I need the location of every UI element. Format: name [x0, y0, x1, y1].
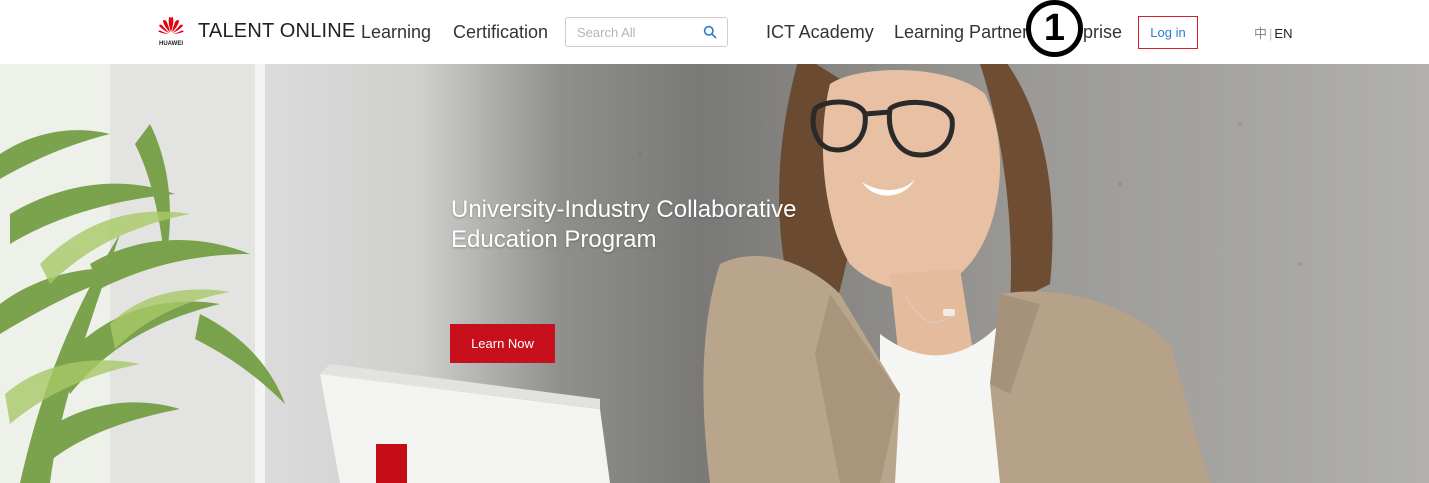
nav-item-ict-academy[interactable]: ICT Academy [766, 22, 874, 43]
lang-option-en[interactable]: EN [1274, 26, 1292, 41]
hero-title-line-2: Education Program [451, 226, 657, 253]
lang-separator: | [1269, 26, 1273, 41]
nav-item-enterprise[interactable]: prise [1083, 22, 1122, 43]
nav-item-learning-partner[interactable]: Learning Partner [894, 22, 1028, 43]
search-box[interactable] [565, 17, 728, 47]
language-switcher[interactable]: 中 | EN [1254, 23, 1292, 42]
top-navigation-bar: HUAWEI TALENT ONLINE Learning Certificat… [0, 0, 1429, 64]
hero-title: University-Industry Collaborative Educat… [451, 195, 871, 255]
login-button[interactable]: Log in [1138, 16, 1198, 49]
nav-item-certification[interactable]: Certification [453, 22, 548, 43]
red-accent-block [376, 444, 407, 483]
search-icon[interactable] [703, 25, 717, 39]
hero-title-line-1: University-Industry Collaborative [451, 196, 797, 223]
lang-option-zh[interactable]: 中 [1254, 26, 1267, 41]
huawei-logo[interactable]: HUAWEI [156, 15, 186, 47]
learn-now-button[interactable]: Learn Now [450, 324, 555, 363]
person-photo [703, 64, 1210, 483]
nav-item-learning[interactable]: Learning [361, 22, 431, 43]
step-marker-badge: 1 [1026, 0, 1083, 57]
hero-banner[interactable]: University-Industry Collaborative Educat… [0, 64, 1429, 483]
svg-text:HUAWEI: HUAWEI [159, 41, 183, 47]
search-input[interactable] [566, 18, 691, 46]
site-title[interactable]: TALENT ONLINE [198, 20, 355, 43]
